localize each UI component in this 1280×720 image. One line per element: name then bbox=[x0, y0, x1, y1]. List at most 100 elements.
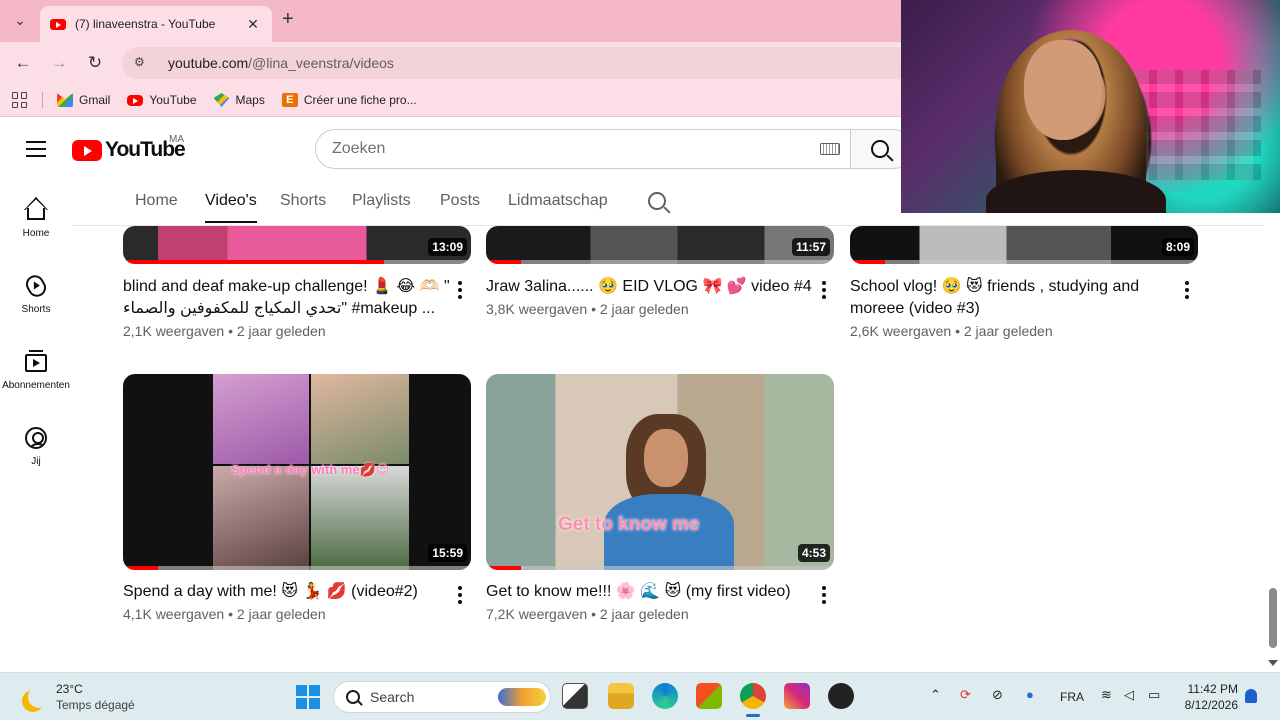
bookmark-youtube[interactable]: YouTube bbox=[127, 93, 197, 107]
taskbar-search-input[interactable]: Search bbox=[333, 681, 551, 713]
guide-item-shorts[interactable]: Shorts bbox=[0, 271, 72, 315]
tab-search-chevron-icon[interactable]: ⌄ bbox=[8, 8, 32, 32]
video-thumbnail[interactable]: 13:09 bbox=[123, 226, 471, 264]
task-view-icon[interactable] bbox=[562, 683, 588, 709]
browser-tab[interactable]: (7) linaveenstra - YouTube ✕ bbox=[40, 6, 272, 42]
weather-condition: Temps dégagé bbox=[56, 698, 135, 712]
video-meta: 2,1K weergaven • 2 jaar geleden bbox=[123, 323, 326, 339]
scrollbar-thumb[interactable] bbox=[1269, 588, 1277, 648]
more-actions-icon[interactable] bbox=[448, 583, 472, 607]
url-text: youtube.com/@lina_veenstra/videos bbox=[168, 55, 394, 71]
more-actions-icon[interactable] bbox=[812, 278, 836, 302]
wifi-icon[interactable]: ≋ bbox=[1101, 687, 1112, 703]
tab-membership[interactable]: Lidmaatschap bbox=[508, 192, 608, 210]
guide-item-you[interactable]: Jij bbox=[0, 426, 72, 467]
notification-bell-icon[interactable] bbox=[1245, 689, 1257, 703]
tab-videos[interactable]: Video's bbox=[205, 192, 257, 223]
search-input[interactable]: Zoeken bbox=[315, 129, 851, 169]
clock-time: 11:42 PM bbox=[1187, 682, 1238, 696]
search-icon bbox=[871, 140, 889, 158]
language-indicator[interactable]: FRA bbox=[1060, 690, 1084, 704]
tray-chevron-icon[interactable]: ⌃ bbox=[930, 687, 941, 703]
address-bar[interactable]: ⚙ youtube.com/@lina_veenstra/videos bbox=[122, 47, 922, 79]
search-placeholder: Zoeken bbox=[332, 140, 386, 157]
video-thumbnail[interactable]: 8:09 bbox=[850, 226, 1198, 264]
youtube-logo[interactable]: YouTube bbox=[72, 138, 186, 162]
microphone-icon[interactable]: ● bbox=[1026, 687, 1034, 702]
close-tab-icon[interactable]: ✕ bbox=[244, 16, 262, 33]
video-meta: 3,8K weergaven • 2 jaar geleden bbox=[486, 301, 689, 317]
collage-photo bbox=[213, 374, 309, 464]
windows-start-icon[interactable] bbox=[296, 685, 320, 709]
more-actions-icon[interactable] bbox=[448, 278, 472, 302]
new-tab-plus-icon[interactable]: + bbox=[282, 9, 294, 29]
watch-progress bbox=[486, 260, 521, 264]
watch-progress bbox=[123, 566, 158, 570]
site-info-icon[interactable]: ⚙ bbox=[134, 55, 152, 71]
instagram-icon[interactable] bbox=[784, 683, 810, 709]
bookmark-label: Créer une fiche pro... bbox=[303, 93, 417, 107]
home-icon bbox=[24, 198, 48, 222]
bookmark-maps[interactable]: Maps bbox=[213, 93, 265, 107]
watch-progress-track bbox=[850, 260, 1198, 264]
volume-icon[interactable]: ◁ bbox=[1124, 687, 1134, 703]
back-arrow-icon[interactable]: ← bbox=[11, 51, 35, 75]
more-actions-icon[interactable] bbox=[812, 583, 836, 607]
search-icon bbox=[346, 690, 360, 704]
video-title[interactable]: Jraw 3alina...... 🥹 EID VLOG 🎀 💕 video #… bbox=[486, 276, 816, 298]
video-title[interactable]: Get to know me!!! 🌸 🌊 😻 (my first video) bbox=[486, 581, 816, 603]
tab-playlists[interactable]: Playlists bbox=[352, 192, 411, 210]
sync-icon[interactable]: ⟳ bbox=[960, 687, 971, 703]
video-duration: 4:53 bbox=[797, 544, 830, 562]
watch-progress bbox=[123, 260, 384, 264]
file-explorer-icon[interactable] bbox=[608, 683, 634, 709]
tab-posts[interactable]: Posts bbox=[440, 192, 480, 210]
video-thumbnail[interactable]: 11:57 bbox=[486, 226, 834, 264]
youtube-play-icon bbox=[72, 139, 102, 161]
bookmark-label: YouTube bbox=[149, 93, 197, 107]
watch-progress-track bbox=[486, 260, 834, 264]
bookmark-gmail[interactable]: Gmail bbox=[57, 93, 110, 107]
obs-icon[interactable] bbox=[828, 683, 854, 709]
microsoft-store-icon[interactable] bbox=[696, 683, 722, 709]
apps-grid-icon[interactable] bbox=[12, 92, 28, 108]
scroll-down-arrow-icon[interactable] bbox=[1268, 660, 1278, 666]
edge-icon[interactable] bbox=[652, 683, 678, 709]
thumbnail-overlay-text: Get to know me bbox=[558, 514, 700, 535]
video-duration: 13:09 bbox=[428, 238, 467, 256]
guide-item-home[interactable]: Home bbox=[0, 198, 72, 239]
chrome-icon[interactable] bbox=[740, 683, 766, 709]
video-title[interactable]: School vlog! 🥹 😻 friends , studying and … bbox=[850, 276, 1170, 320]
keyboard-icon[interactable] bbox=[820, 143, 840, 155]
webcam-person-face bbox=[1024, 40, 1102, 140]
more-actions-icon[interactable] bbox=[1175, 278, 1199, 302]
battery-icon[interactable]: ▭ bbox=[1148, 687, 1160, 703]
video-meta: 4,1K weergaven • 2 jaar geleden bbox=[123, 606, 326, 622]
forward-arrow-icon[interactable]: → bbox=[47, 51, 71, 75]
bookmark-label: Gmail bbox=[79, 93, 111, 107]
tab-home[interactable]: Home bbox=[135, 192, 178, 210]
tab-shorts[interactable]: Shorts bbox=[280, 192, 326, 210]
taskbar-clock[interactable]: 11:42 PM 8/12/2026 bbox=[1176, 681, 1238, 713]
video-thumbnail[interactable]: Spend a day with me💋😌 15:59 bbox=[123, 374, 471, 570]
reload-icon[interactable]: ↻ bbox=[83, 51, 107, 75]
guide-item-subscriptions[interactable]: Abonnementen bbox=[0, 350, 72, 391]
subscriptions-icon bbox=[24, 350, 48, 374]
network-off-icon[interactable]: ⊘ bbox=[992, 687, 1003, 703]
guide-label: Shorts bbox=[21, 304, 51, 315]
channel-search-icon[interactable] bbox=[648, 192, 666, 210]
watch-progress bbox=[486, 566, 521, 570]
bookmark-creer-fiche[interactable]: E Créer une fiche pro... bbox=[281, 93, 417, 107]
windows-taskbar: 23°C Temps dégagé Search ⌃ ⟳ ⊘ ● FRA ≋ ◁… bbox=[0, 672, 1280, 720]
page-scrollbar[interactable] bbox=[1264, 180, 1280, 672]
youtube-icon bbox=[127, 94, 144, 106]
video-title[interactable]: Spend a day with me! 😻 💃 💋 (video#2) bbox=[123, 581, 453, 603]
clock-date: 8/12/2026 bbox=[1184, 698, 1238, 712]
video-title[interactable]: blind and deaf make-up challenge! 💄 😂 🫶🏻… bbox=[123, 276, 453, 320]
menu-hamburger-icon[interactable] bbox=[26, 141, 46, 157]
collage-photo bbox=[311, 374, 409, 464]
video-thumbnail[interactable]: Get to know me 4:53 bbox=[486, 374, 834, 570]
moon-icon bbox=[28, 686, 50, 708]
tab-title: (7) linaveenstra - YouTube bbox=[75, 17, 216, 31]
weather-widget[interactable]: 23°C Temps dégagé bbox=[20, 681, 135, 713]
